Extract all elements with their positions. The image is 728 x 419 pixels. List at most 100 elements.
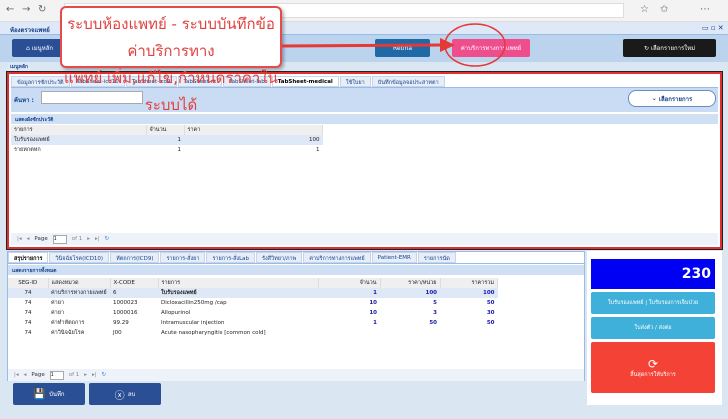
more-icon[interactable]: ⋯ xyxy=(700,4,710,15)
col-seg-id[interactable]: SEG-ID xyxy=(8,278,49,288)
cell: 5 xyxy=(433,300,437,306)
window-controls[interactable]: ▭ ▫ ✕ xyxy=(702,24,724,32)
cell: ค่ายา xyxy=(51,310,65,316)
star-icon[interactable]: ☆ xyxy=(640,4,649,15)
table-row[interactable]: 74 ค่ายา 1000016 Allopurinol 10 3 30 xyxy=(8,308,498,318)
cell: ใบรับรองแพทย์ xyxy=(14,137,50,143)
cell: 100 xyxy=(483,290,495,296)
first-page-icon[interactable]: |◂ xyxy=(17,236,22,242)
table-row[interactable]: 74 ค่าวินิจฉัยโรค J00 Acute nasopharyngitis… xyxy=(8,328,498,338)
table-row[interactable]: ใบรับรองแพทย์ 1 100 xyxy=(11,135,323,145)
tab-procedure[interactable]: หัตถการ(ICD9) xyxy=(110,252,160,263)
refresh-icon[interactable]: ↻ xyxy=(102,372,107,378)
tab-radiology[interactable]: รังสีวิทยา/ภาพ xyxy=(256,252,303,263)
page-label: Page xyxy=(31,372,45,378)
refresh-icon[interactable]: ↻ xyxy=(38,4,46,15)
cell: Dicloxacillin250mg /cap xyxy=(161,300,227,306)
next-page-icon[interactable]: ▸ xyxy=(84,372,87,378)
cell: 50 xyxy=(486,320,495,326)
first-page-icon[interactable]: |◂ xyxy=(14,372,19,378)
col-category[interactable]: แสดงหมวด xyxy=(48,278,111,288)
cell: 50 xyxy=(486,300,495,306)
table-row[interactable]: 74 ค่าบริการทางกายแพทย์ 6 ใบรับรองแพทย์ 1 100… xyxy=(8,288,498,298)
page-input[interactable] xyxy=(49,370,64,380)
cell: 74 xyxy=(24,320,32,326)
col-qty[interactable]: จำนวน xyxy=(318,278,381,288)
tab-summary[interactable]: สรุปรายการ xyxy=(8,252,49,263)
certificate-button[interactable]: ใบรับรองแพทย์ | ใบรับรองการเจ็บป่วย xyxy=(591,292,715,314)
cell: Acute nasopharyngitis [common cold] xyxy=(161,330,266,336)
page-input[interactable] xyxy=(52,234,67,244)
new-item-button[interactable]: ↻ เลือกรายการใหม่ xyxy=(623,39,716,57)
col-unit-price[interactable]: ราคา/หน่วย xyxy=(380,278,441,288)
finish-service-button[interactable]: ⟳ สิ้นสุดการให้บริการ xyxy=(591,342,715,393)
annotation-callout: ระบบห้องแพทย์ - ระบบบันทึกข้อค่าบริการทา… xyxy=(60,6,282,114)
delete-button[interactable]: ⓧ ลบ xyxy=(89,383,161,405)
lower-pager: |◂ ◂ Page of 1 ▸ ▸| ↻ xyxy=(8,369,584,381)
referral-button[interactable]: ใบส่งตัว / ส่งต่อ xyxy=(591,317,715,339)
cell xyxy=(440,328,498,338)
forward-icon[interactable]: → xyxy=(22,4,30,15)
search-label: ค้นหา : xyxy=(14,97,34,104)
tab-retina-record[interactable]: บันทึกข้อมูลจอประสาทตา xyxy=(371,76,445,87)
cell: 1000016 xyxy=(113,310,138,316)
table-row[interactable]: 74 ค่ายา 1000023 Dicloxacillin250mg /cap 10 5… xyxy=(8,298,498,308)
tab-medical[interactable]: TabSheet-medical xyxy=(271,76,339,87)
last-page-icon[interactable]: ▸| xyxy=(92,372,97,378)
save-button[interactable]: 💾 บันทึก xyxy=(13,383,85,405)
cell xyxy=(318,328,380,338)
tab-patient-emr[interactable]: Patient-EMR xyxy=(371,252,417,263)
col-item[interactable]: รายการ xyxy=(158,278,319,288)
callout-line-2: แพทย์ เพิ่ม,แก้ไข,กำหนดราคาในระบบได้ xyxy=(64,69,278,114)
col-price[interactable]: ราคา xyxy=(184,125,323,135)
table-row[interactable]: รายหกตหก 1 1 xyxy=(11,145,323,155)
last-page-icon[interactable]: ▸| xyxy=(95,236,100,242)
cell: รายหกตหก xyxy=(14,147,41,153)
prev-page-icon[interactable]: ◂ xyxy=(27,236,30,242)
col-total[interactable]: ราคารวม xyxy=(440,278,498,288)
tab-history[interactable]: ข้อมูลการซักประวัติ xyxy=(11,76,70,87)
select-item-button[interactable]: ⌄ เลือกรายการ xyxy=(628,90,716,107)
upper-pager: |◂ ◂ Page of 1 ▸ ▸| ↻ xyxy=(11,233,718,245)
cell: 74 xyxy=(24,290,32,296)
cell xyxy=(380,328,440,338)
lower-grid-title: แสดงรายการทั้งหมด xyxy=(8,265,584,275)
cell: 10 xyxy=(369,310,377,316)
cell: 74 xyxy=(24,300,32,306)
col-xcode[interactable]: X-CODE xyxy=(110,278,159,288)
cell: 10 xyxy=(369,300,377,306)
cell: 1000023 xyxy=(113,300,138,306)
tab-prescription[interactable]: ใช้ใบยา xyxy=(339,76,371,87)
cell: Allopurinol xyxy=(161,310,191,316)
cell: Intramuscular injection xyxy=(161,320,225,326)
close-circle-icon: ⓧ xyxy=(114,390,128,402)
col-qty[interactable]: จำนวน xyxy=(146,125,185,135)
tab-appointment[interactable]: รายการนัด xyxy=(417,252,456,263)
home-label: เมนูหลัก xyxy=(31,45,54,52)
app-title: ห้องตรวจแพทย์ xyxy=(10,27,50,34)
cell: 50 xyxy=(429,320,437,326)
sync-check-icon: ⟳ xyxy=(647,356,659,371)
cell: 74 xyxy=(24,330,32,336)
prev-page-icon[interactable]: ◂ xyxy=(24,372,27,378)
tab-main-menu[interactable]: เมนูหลัก xyxy=(8,63,30,72)
tab-drug-order[interactable]: รายการ-สั่งยา xyxy=(160,252,206,263)
cell: 1 xyxy=(177,137,182,143)
next-page-icon[interactable]: ▸ xyxy=(87,236,90,242)
back-icon[interactable]: ← xyxy=(6,4,14,15)
upper-grid: รายการ จำนวน ราคา ใบรับรองแพทย์ 1 100 รายห… xyxy=(11,125,323,155)
favorites-icon[interactable]: ✩ xyxy=(660,4,668,15)
tab-diagnosis[interactable]: วินิจฉัยโรค(ICD10) xyxy=(49,252,110,263)
refresh-icon[interactable]: ↻ xyxy=(105,236,110,242)
cell: 1 xyxy=(177,147,182,153)
tab-medical-fee[interactable]: ค่าบริการทางการแพทย์ xyxy=(303,252,371,263)
table-row[interactable]: 74 ค่าทำหัตถการ 99.29 Intramuscular injecti… xyxy=(8,318,498,328)
arrow-head xyxy=(440,38,455,52)
lower-grid: SEG-ID แสดงหมวด X-CODE รายการ จำนวน ราคา… xyxy=(8,278,498,338)
tab-lab-order[interactable]: รายการ-สั่งLab xyxy=(206,252,256,263)
cell: 3 xyxy=(433,310,437,316)
cell: 1 xyxy=(316,147,320,153)
cell: ค่ายา xyxy=(51,300,65,306)
col-item[interactable]: รายการ xyxy=(11,125,147,135)
home-button[interactable]: ⌂ เมนูหลัก xyxy=(12,39,67,57)
